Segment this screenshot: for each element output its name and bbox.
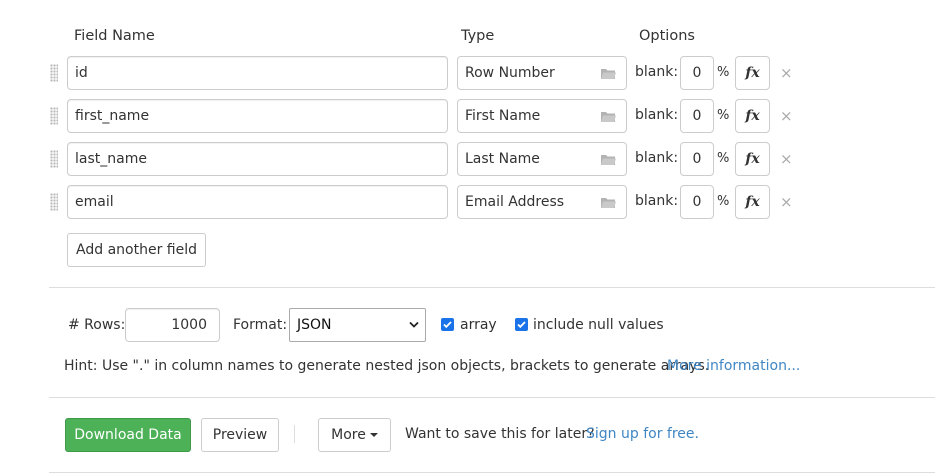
rows-input[interactable]: 1000 (125, 308, 220, 342)
drag-handle-icon[interactable] (50, 64, 58, 82)
drag-handle-icon[interactable] (50, 193, 58, 211)
blank-percent-input[interactable]: 0 (680, 185, 714, 219)
formula-button[interactable]: fx (735, 99, 770, 133)
blank-label: blank: (635, 150, 679, 166)
remove-field-icon[interactable]: × (780, 65, 793, 81)
type-label: First Name (465, 108, 541, 124)
remove-field-icon[interactable]: × (780, 194, 793, 210)
array-checkbox[interactable] (441, 318, 454, 331)
more-label: More (331, 427, 366, 443)
folder-icon (601, 112, 616, 122)
include-null-checkbox[interactable] (515, 318, 528, 331)
field-name-header: Field Name (74, 28, 155, 44)
checkmark-icon (443, 321, 452, 329)
type-selector[interactable]: First Name (457, 99, 627, 133)
percent-sign: % (717, 151, 730, 166)
blank-label: blank: (635, 64, 679, 80)
array-label: array (460, 317, 497, 333)
percent-sign: % (717, 108, 730, 123)
blank-label: blank: (635, 193, 679, 209)
divider (49, 397, 935, 398)
type-label: Last Name (465, 151, 540, 167)
more-dropdown-button[interactable]: More (318, 418, 391, 452)
remove-field-icon[interactable]: × (780, 151, 793, 167)
more-information-link[interactable]: More information... (667, 358, 800, 374)
field-name-input[interactable]: id (67, 56, 448, 90)
formula-button[interactable]: fx (735, 142, 770, 176)
blank-percent-input[interactable]: 0 (680, 56, 714, 90)
checkmark-icon (517, 321, 526, 329)
type-selector[interactable]: Row Number (457, 56, 627, 90)
drag-handle-icon[interactable] (50, 150, 58, 168)
type-header: Type (461, 28, 495, 44)
blank-percent-input[interactable]: 0 (680, 142, 714, 176)
divider (49, 472, 935, 473)
save-prompt: Want to save this for later? (405, 426, 595, 442)
separator (294, 425, 295, 443)
format-select[interactable]: JSON (289, 308, 426, 342)
download-data-button[interactable]: Download Data (65, 418, 191, 452)
field-name-input[interactable]: last_name (67, 142, 448, 176)
formula-button[interactable]: fx (735, 56, 770, 90)
hint-text: Hint: Use "." in column names to generat… (64, 358, 710, 374)
remove-field-icon[interactable]: × (780, 108, 793, 124)
type-selector[interactable]: Last Name (457, 142, 627, 176)
format-label: Format: (233, 317, 288, 333)
field-name-input[interactable]: email (67, 185, 448, 219)
drag-handle-icon[interactable] (50, 107, 58, 125)
options-header: Options (639, 28, 695, 44)
percent-sign: % (717, 65, 730, 80)
type-selector[interactable]: Email Address (457, 185, 627, 219)
caret-down-icon (369, 433, 378, 437)
preview-button[interactable]: Preview (201, 418, 279, 452)
field-name-input[interactable]: first_name (67, 99, 448, 133)
blank-percent-input[interactable]: 0 (680, 99, 714, 133)
include-null-label: include null values (533, 317, 664, 333)
signup-link[interactable]: Sign up for free. (586, 426, 699, 442)
divider (49, 287, 935, 288)
blank-label: blank: (635, 107, 679, 123)
formula-button[interactable]: fx (735, 185, 770, 219)
folder-icon (601, 155, 616, 165)
format-value: JSON (297, 317, 332, 333)
rows-label: # Rows: (68, 317, 126, 333)
chevron-down-icon (409, 321, 419, 328)
add-field-button[interactable]: Add another field (67, 233, 206, 267)
folder-icon (601, 198, 616, 208)
type-label: Row Number (465, 65, 555, 81)
type-label: Email Address (465, 194, 565, 210)
folder-icon (601, 69, 616, 79)
percent-sign: % (717, 194, 730, 209)
